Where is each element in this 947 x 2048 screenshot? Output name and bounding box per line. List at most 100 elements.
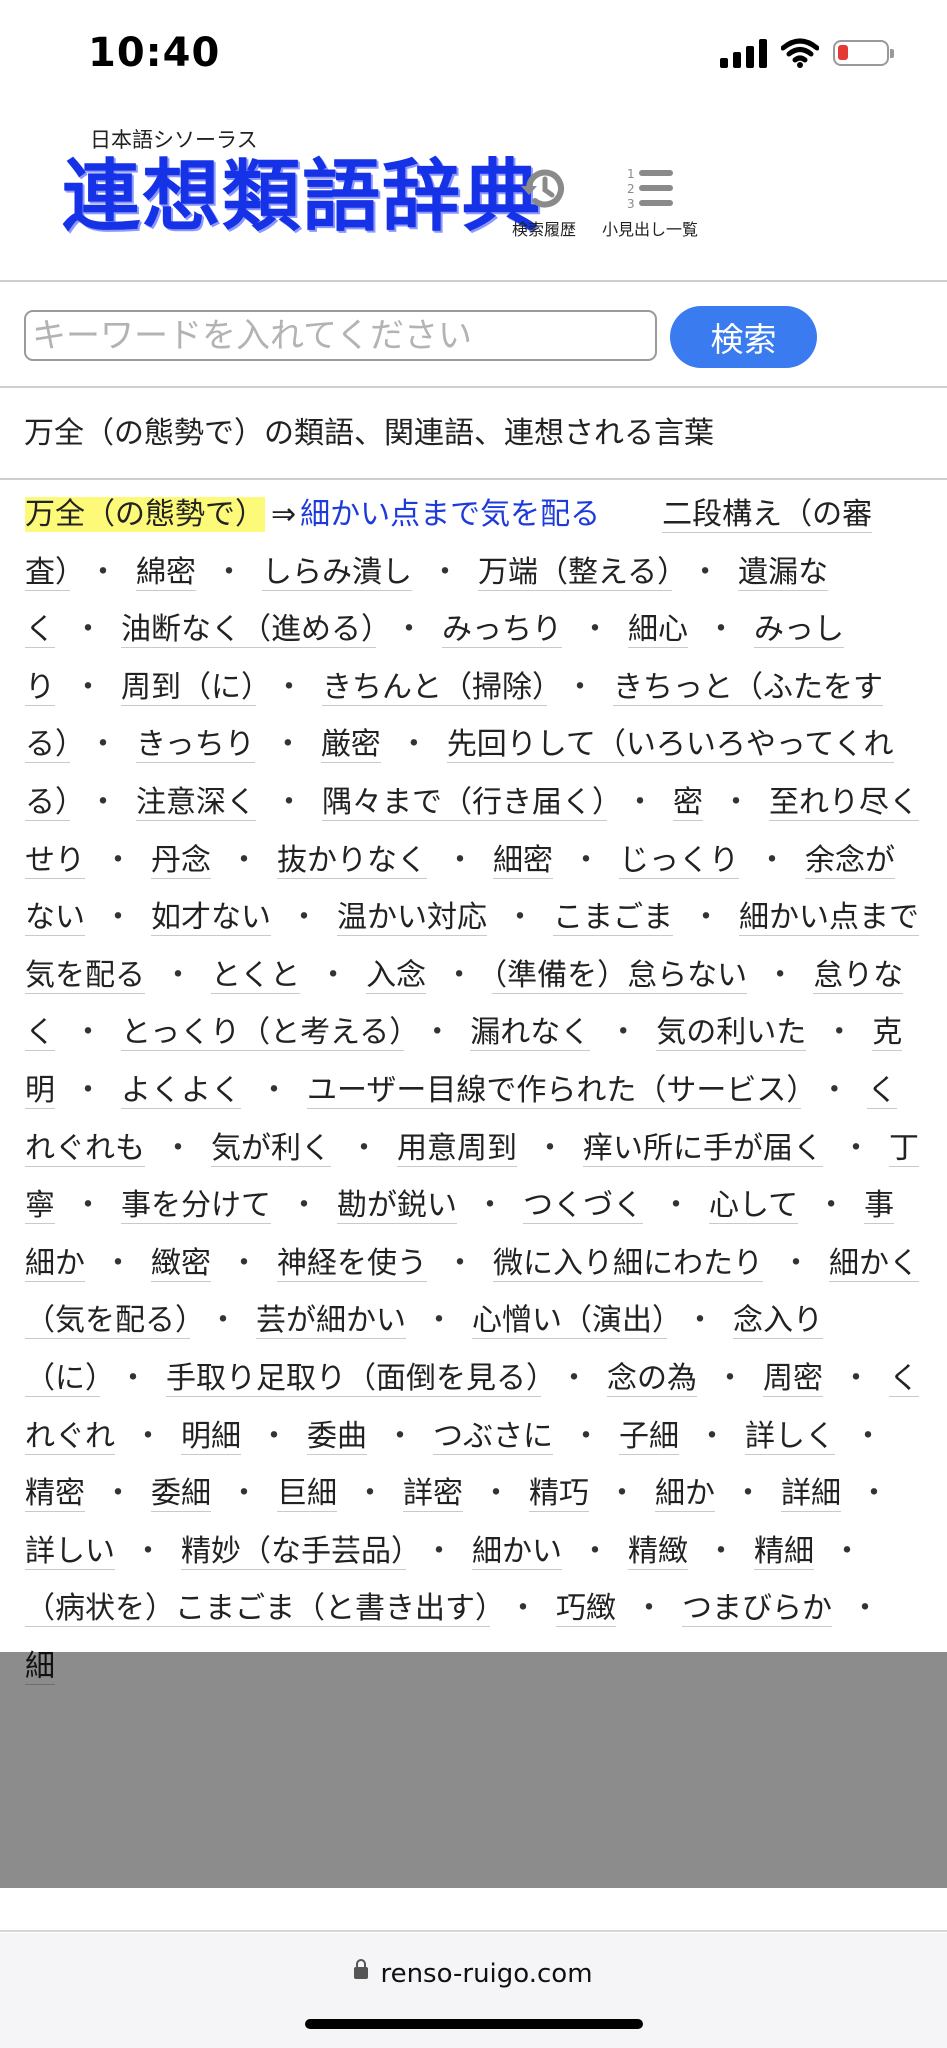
synonym-link[interactable]: 心憎い（演出） [472,1303,667,1340]
synonym-link[interactable]: つくづく [523,1188,643,1225]
synonym-link[interactable]: しらみ潰し [262,554,412,591]
synonym-link[interactable]: 丹念 [151,842,211,879]
synonym-link[interactable]: 事を分けて [121,1188,271,1225]
separator-dot: ・ [721,784,751,820]
separator-dot: ・ [88,727,118,763]
synonym-link[interactable]: じっくり [619,842,739,879]
synonym-link[interactable]: 注意深く [136,784,256,821]
separator-dot: ・ [73,1015,103,1051]
separator-dot: ・ [259,1418,289,1454]
synonym-link[interactable]: つぶさに [433,1418,553,1455]
synonym-link[interactable]: 入念 [366,957,427,994]
search-button[interactable]: 検索 [670,306,817,368]
synonym-link[interactable]: 気の利いた [656,1015,807,1052]
search-history-button[interactable]: 検索履歴 [512,164,576,240]
separator-dot: ・ [853,1418,883,1454]
separator-dot: ・ [272,727,303,763]
synonym-link[interactable]: 精細 [754,1533,814,1570]
synonym-link[interactable]: 明細 [181,1418,241,1455]
synonym-link[interactable]: 精緻 [628,1533,688,1570]
synonym-link[interactable]: 細 [25,1648,55,1685]
synonym-link[interactable]: 漏れなく [470,1015,591,1052]
synonym-link[interactable]: とっくり（と考える） [121,1015,405,1052]
synonym-link[interactable]: 厳密 [320,727,381,764]
synonym-link[interactable]: 子細 [619,1418,679,1455]
home-indicator[interactable] [305,2019,643,2029]
separator-dot: ・ [816,1188,847,1224]
site-logo[interactable]: 連想類語辞典 [62,158,542,236]
status-icons [720,38,894,68]
synonym-link[interactable]: 委細 [151,1476,211,1513]
separator-dot: ・ [819,1072,850,1108]
separator-dot: ・ [832,1533,862,1569]
synonym-link[interactable]: 巨細 [277,1476,337,1513]
synonym-link[interactable]: 巧緻 [556,1591,616,1628]
synonym-link[interactable]: 神経を使う [277,1245,427,1282]
synonym-link[interactable]: 用意周到 [397,1130,517,1167]
synonym-link[interactable]: 精密 [25,1476,85,1513]
synonym-link[interactable]: 詳細 [781,1476,841,1513]
browser-url-bar[interactable]: renso-ruigo.com [0,1933,947,2048]
headings-list-button[interactable]: 1 2 3 小見出し一覧 [602,164,698,240]
synonym-link[interactable]: 精巧 [529,1476,589,1513]
synonym-link[interactable]: 手取り足取り（面倒を見る） [166,1360,541,1397]
synonym-link[interactable]: 気が利く [211,1130,331,1167]
synonym-link[interactable]: とくと [211,957,301,994]
separator-dot: ・ [697,1418,727,1454]
synonym-link[interactable]: 詳しい [25,1533,115,1570]
separator-dot: ・ [765,957,796,993]
synonym-link[interactable]: 細かい [472,1533,562,1570]
synonym-link[interactable]: 抜かりなく [277,842,427,879]
separator-dot: ・ [706,612,736,648]
synonym-link[interactable]: みっちり [442,612,562,649]
synonym-link[interactable]: こまごま [553,900,673,937]
synonym-link[interactable]: （準備を）怠らない [492,957,748,994]
separator-dot: ・ [850,1591,880,1627]
synonym-link[interactable]: ユーザー目線で作られた（サービス） [307,1072,802,1109]
synonym-link[interactable]: 緻密 [151,1245,211,1282]
synonym-link[interactable]: 周密 [763,1360,823,1397]
synonym-link[interactable]: 芸が細かい [256,1303,406,1340]
synonym-link[interactable]: 周到（に） [121,669,256,706]
primary-synonym-link[interactable]: 細かい点まで気を配る [300,497,600,532]
separator-dot: ・ [88,784,118,820]
synonym-link[interactable]: 万端（整える） [478,554,673,591]
separator-dot: ・ [841,1360,871,1396]
synonym-link[interactable]: 隅々まで（行き届く） [322,784,607,821]
separator-dot: ・ [580,1533,610,1569]
synonym-link[interactable]: 細密 [493,842,553,879]
synonym-link[interactable]: 如才ない [151,900,271,937]
synonym-link[interactable]: 油断なく（進める） [121,612,376,649]
status-time: 10:40 [88,30,221,76]
synonym-link[interactable]: よくよく [121,1072,241,1109]
synonym-link[interactable]: 微に入り細にわたり [493,1245,763,1282]
synonym-link[interactable]: 詳密 [403,1476,463,1513]
synonym-link[interactable]: 細心 [628,612,688,649]
synonym-link[interactable]: 詳しく [745,1418,835,1455]
synonym-link[interactable]: 精妙（な手芸品） [181,1533,406,1570]
separator-dot: ・ [445,1245,475,1281]
synonym-link[interactable]: 心して [709,1188,799,1225]
synonym-link[interactable]: 念の為 [607,1360,697,1397]
synonym-link[interactable]: 細か [655,1476,715,1513]
synonym-link[interactable]: きちんと（掃除） [322,669,547,706]
separator-dot: ・ [661,1188,691,1224]
separator-dot: ・ [445,842,475,878]
synonym-link[interactable]: （病状を）こまごま（と書き出す） [25,1591,490,1628]
synonym-link[interactable]: 痒い所に手が届く [583,1130,823,1167]
keyword-search-input[interactable] [24,310,657,361]
synonym-link[interactable]: 委曲 [307,1418,367,1455]
synonym-link[interactable]: 勘が鋭い [337,1188,457,1225]
separator-dot: ・ [841,1130,871,1166]
separator-dot: ・ [133,1533,163,1569]
separator-dot: ・ [103,842,133,878]
separator-dot: ・ [318,957,349,993]
synonym-link[interactable]: 綿密 [136,554,196,591]
synonym-link[interactable]: つまびらか [682,1591,832,1628]
synonym-link[interactable]: 温かい対応 [337,900,487,937]
cellular-signal-icon [720,38,767,68]
separator-dot: ・ [274,669,304,705]
separator-dot: ・ [385,1418,415,1454]
synonym-link[interactable]: きっちり [136,727,255,764]
synonym-link[interactable]: 密 [673,784,703,821]
